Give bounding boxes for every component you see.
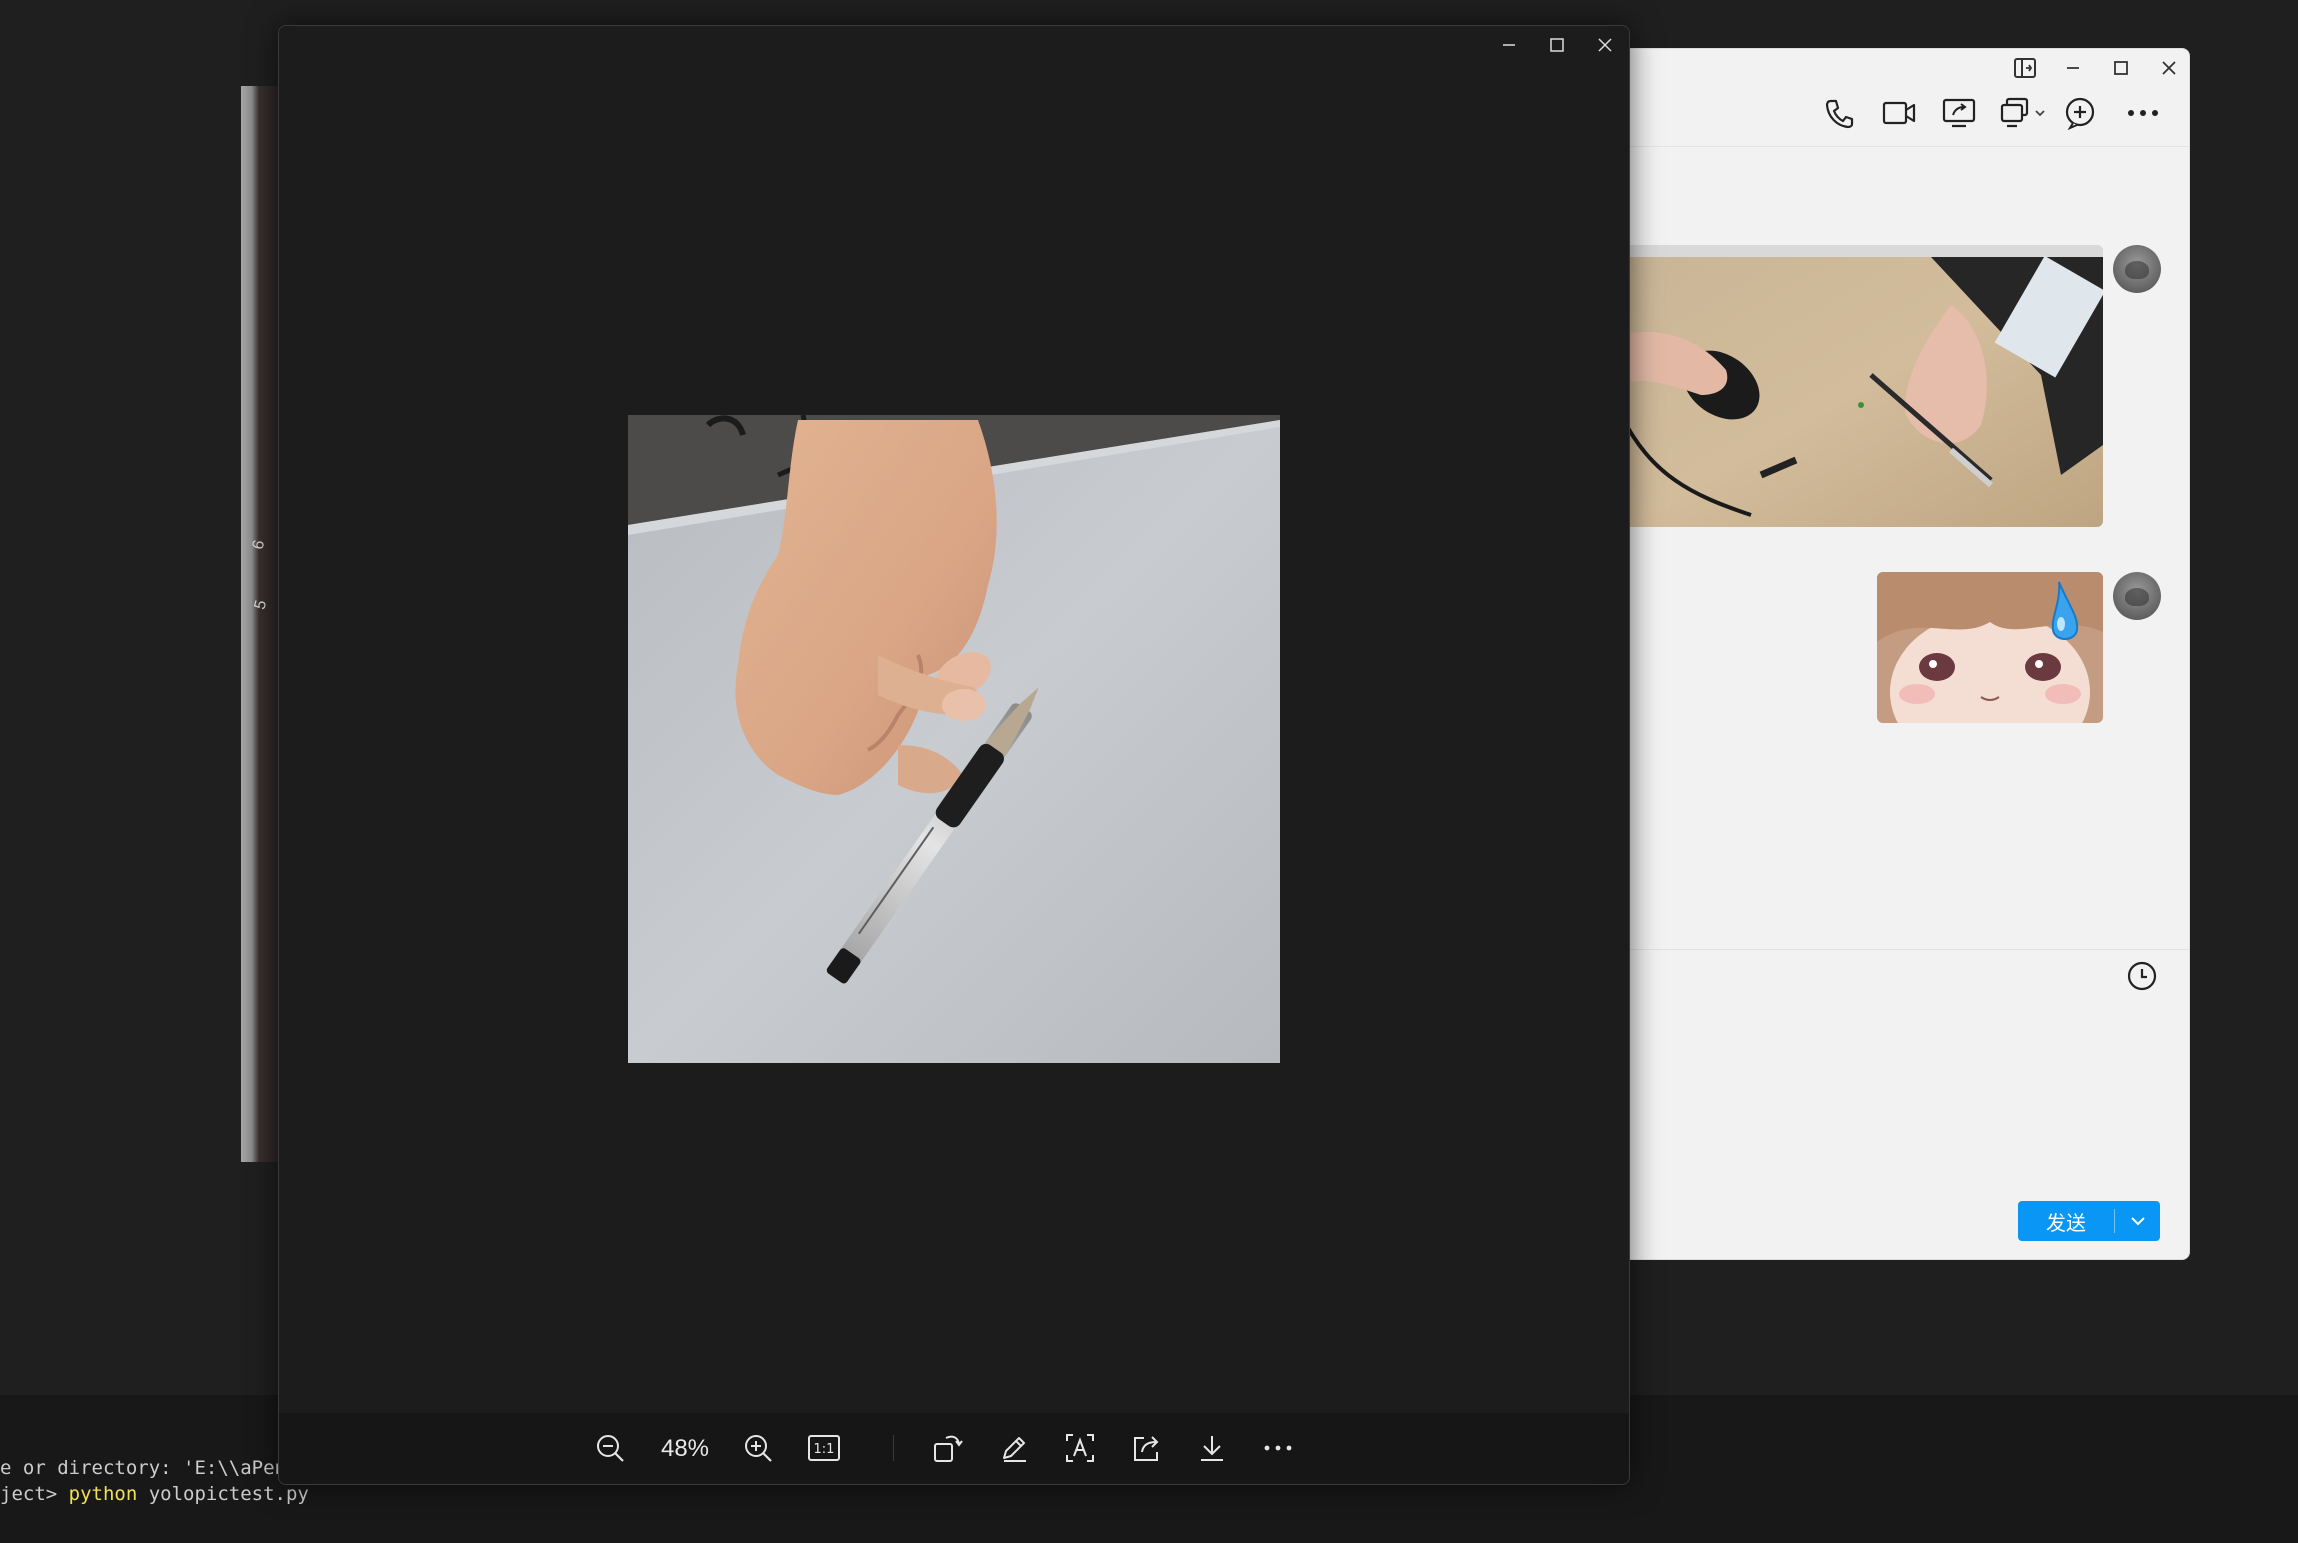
- download-icon[interactable]: [1189, 1425, 1235, 1471]
- maximize-icon[interactable]: [2103, 53, 2139, 83]
- actual-size-icon[interactable]: 1:1: [801, 1425, 847, 1471]
- zoom-out-icon[interactable]: [587, 1425, 633, 1471]
- terminal-command: python: [68, 1483, 138, 1505]
- video-icon[interactable]: [1879, 93, 1919, 133]
- screen-share-icon[interactable]: [1939, 93, 1979, 133]
- message-sticker[interactable]: [1877, 572, 2103, 723]
- minimize-icon[interactable]: [1485, 26, 1533, 64]
- actual-size-label: 1:1: [814, 1442, 835, 1457]
- terminal-error-line: e or directory: 'E:\\aPen: [0, 1457, 286, 1479]
- text-recognition-icon[interactable]: [1057, 1425, 1103, 1471]
- phone-icon[interactable]: [1819, 93, 1859, 133]
- more-icon[interactable]: [1255, 1425, 1301, 1471]
- more-icon[interactable]: [2123, 93, 2163, 133]
- terminal-argument: yolopictest.py: [137, 1483, 309, 1505]
- avatar[interactable]: [2113, 245, 2161, 293]
- displayed-photo[interactable]: [628, 415, 1280, 1063]
- send-button[interactable]: 发送: [2018, 1201, 2160, 1241]
- send-button-label: 发送: [2046, 1210, 2086, 1235]
- keyboard-key-label: 5: [251, 598, 271, 612]
- viewer-titlebar[interactable]: [279, 26, 1629, 64]
- remote-assist-icon[interactable]: [1999, 93, 2049, 133]
- share-icon[interactable]: [1123, 1425, 1169, 1471]
- avatar[interactable]: [2113, 572, 2161, 620]
- zoom-in-icon[interactable]: [735, 1425, 781, 1471]
- terminal-command-line[interactable]: ject> python yolopictest.py: [0, 1483, 309, 1505]
- input-divider: [1621, 949, 2189, 950]
- chat-window: 发送: [1620, 48, 2190, 1260]
- close-icon[interactable]: [1581, 26, 1629, 64]
- pin-icon[interactable]: [2007, 53, 2043, 83]
- close-icon[interactable]: [2151, 53, 2187, 83]
- edit-icon[interactable]: [991, 1425, 1037, 1471]
- terminal-prompt: ject>: [0, 1483, 69, 1505]
- zoom-level[interactable]: 48%: [647, 1435, 723, 1463]
- clock-icon[interactable]: [2124, 961, 2160, 991]
- rotate-icon[interactable]: [925, 1425, 971, 1471]
- send-options-chevron-icon[interactable]: [2115, 1216, 2160, 1226]
- keyboard-key-label: 6: [249, 538, 269, 552]
- viewer-toolbar: 48% 1:1: [279, 1413, 1629, 1484]
- image-viewer-window: 48% 1:1: [278, 25, 1630, 1485]
- add-icon[interactable]: [2061, 93, 2101, 133]
- maximize-icon[interactable]: [1533, 26, 1581, 64]
- toolbar-divider: [893, 1435, 894, 1461]
- chat-header: [1621, 49, 2189, 147]
- minimize-icon[interactable]: [2055, 53, 2091, 83]
- message-image-webcam[interactable]: [1621, 245, 2103, 527]
